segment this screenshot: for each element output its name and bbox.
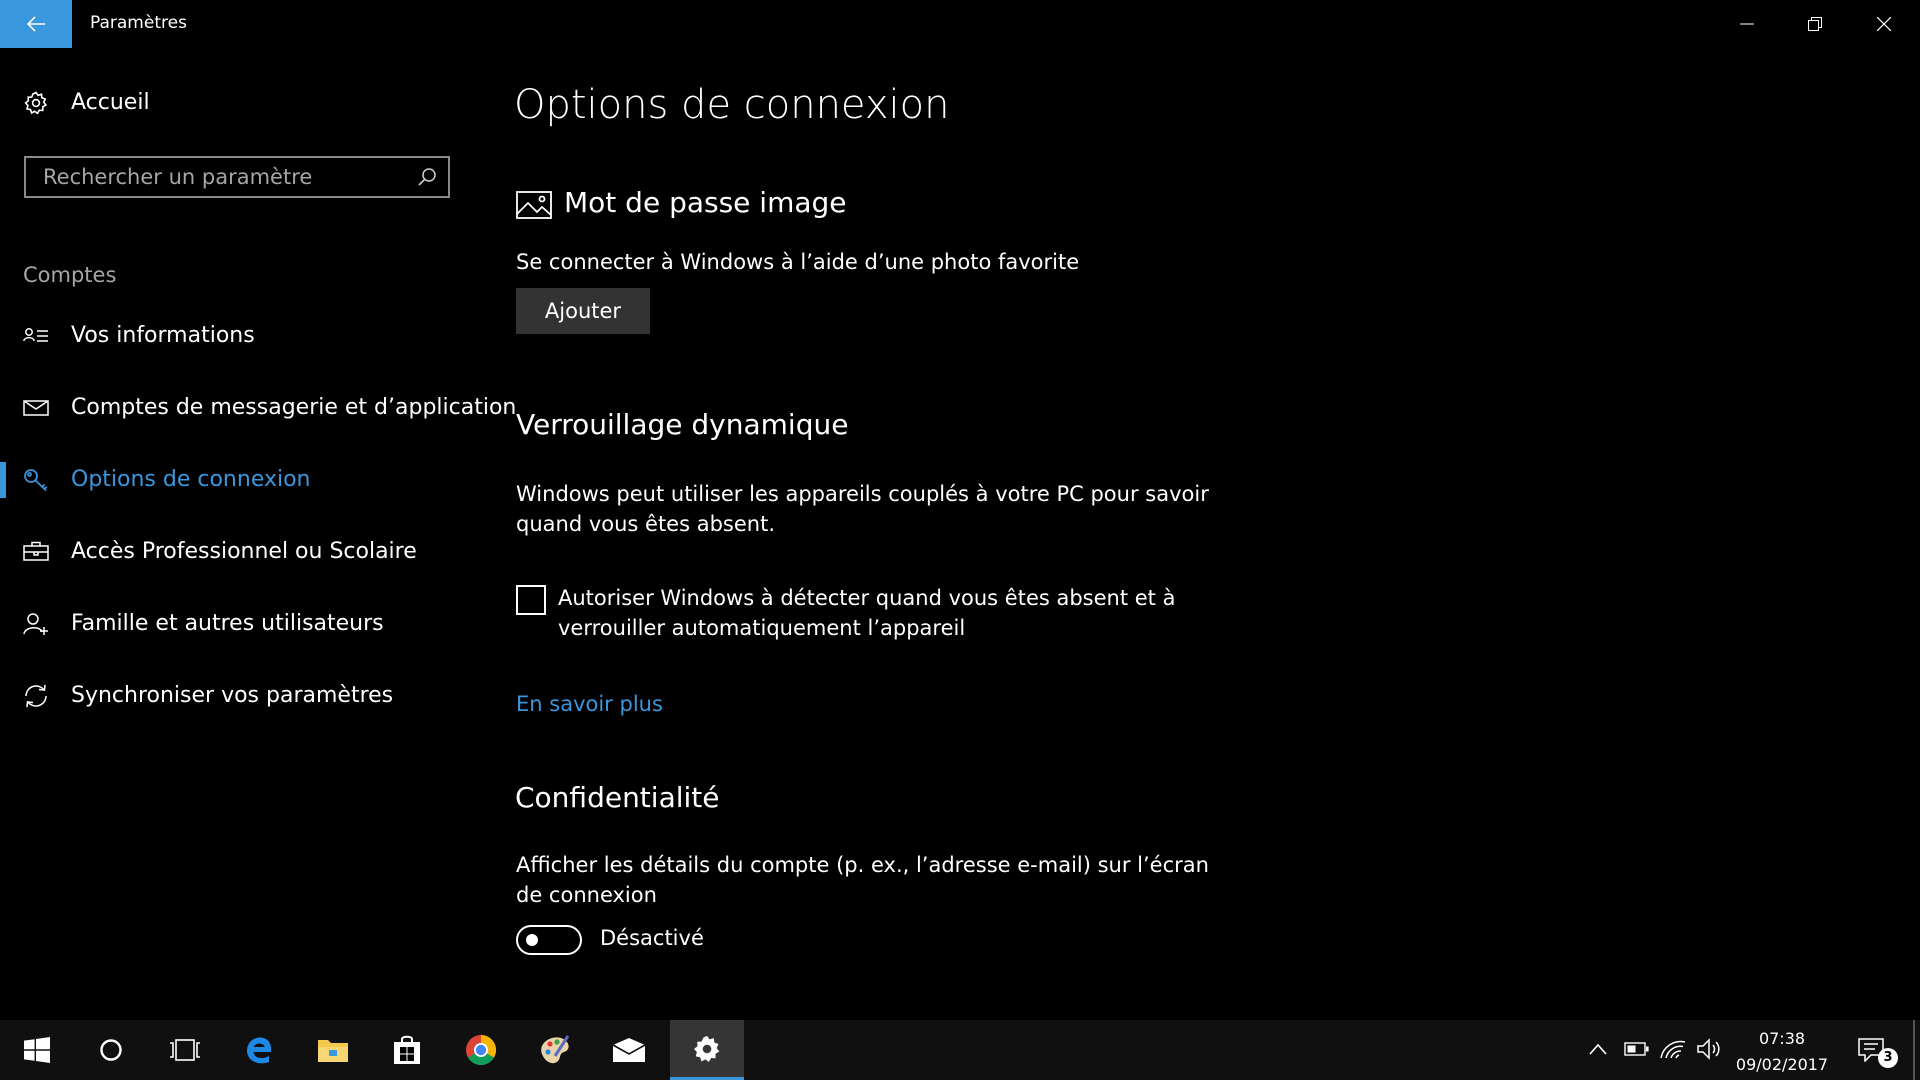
search-icon[interactable]: [417, 167, 437, 187]
sidebar-item-acces-professionnel[interactable]: Accès Professionnel ou Scolaire: [0, 530, 470, 574]
taskbar-app-chrome[interactable]: [444, 1020, 518, 1080]
cortana-icon: [100, 1039, 122, 1061]
picture-password-description: Se connecter à Windows à l’aide d’une ph…: [516, 250, 1080, 274]
show-desktop-button[interactable]: [1913, 1020, 1915, 1080]
sidebar-item-famille[interactable]: Famille et autres utilisateurs: [0, 602, 470, 646]
account-details-toggle[interactable]: [516, 925, 582, 955]
chrome-icon: [466, 1035, 497, 1066]
system-clock[interactable]: 07:38 09/02/2017: [1722, 1026, 1842, 1078]
dynamic-lock-description-line1: Windows peut utiliser les appareils coup…: [516, 482, 1209, 506]
sidebar-item-vos-informations[interactable]: Vos informations: [0, 314, 470, 358]
clock-date: 09/02/2017: [1735, 1055, 1829, 1074]
briefcase-icon: [23, 541, 49, 561]
windows-start-icon: [24, 1037, 50, 1063]
privacy-description-line2: de connexion: [516, 883, 657, 907]
picture-icon: [516, 191, 552, 219]
search-box: [24, 156, 450, 198]
clock-time: 07:38: [1758, 1029, 1806, 1048]
close-button[interactable]: [1850, 0, 1918, 48]
dynamic-lock-heading: Verrouillage dynamique: [516, 408, 849, 441]
sidebar-item-label: Famille et autres utilisateurs: [71, 611, 384, 636]
sidebar-item-comptes-messagerie[interactable]: Comptes de messagerie et d’application: [0, 386, 516, 430]
toggle-knob: [526, 934, 538, 946]
key-icon: [24, 469, 48, 492]
privacy-heading: Confidentialité: [515, 781, 720, 814]
taskbar-app-mail[interactable]: [592, 1020, 666, 1080]
dynamic-lock-description-line2: quand vous êtes absent.: [516, 512, 775, 536]
taskbar-app-settings[interactable]: [670, 1020, 744, 1080]
file-explorer-icon: [318, 1040, 348, 1062]
back-arrow-icon: [26, 16, 45, 32]
sidebar-item-label: Vos informations: [71, 323, 255, 348]
mail-icon: [23, 400, 49, 416]
taskbar-app-paint[interactable]: [518, 1020, 592, 1080]
chevron-up-icon[interactable]: [1588, 1042, 1608, 1056]
mail-app-icon: [612, 1038, 646, 1062]
taskbar: 07:38 09/02/2017: [0, 1020, 1920, 1080]
page-title: Options de connexion: [514, 82, 950, 128]
sync-icon: [25, 684, 47, 708]
paint-icon: [541, 1035, 570, 1064]
sidebar-item-label: Comptes de messagerie et d’application: [71, 395, 517, 420]
sidebar-item-options-de-connexion[interactable]: Options de connexion: [0, 458, 470, 502]
add-picture-password-button[interactable]: Ajouter: [516, 288, 650, 334]
volume-icon[interactable]: [1696, 1038, 1722, 1060]
task-view-button[interactable]: [148, 1020, 222, 1080]
toggle-state-label: Désactivé: [600, 926, 704, 950]
taskbar-app-edge[interactable]: [222, 1020, 296, 1080]
cortana-button[interactable]: [74, 1020, 148, 1080]
gear-icon: [24, 90, 48, 114]
minimize-icon: [1740, 23, 1754, 25]
sidebar-home[interactable]: Accueil: [24, 90, 150, 115]
sidebar-item-label: Accès Professionnel ou Scolaire: [71, 539, 417, 564]
taskbar-app-explorer[interactable]: [296, 1020, 370, 1080]
restore-icon: [1808, 17, 1822, 31]
sidebar-item-label: Options de connexion: [71, 467, 311, 492]
back-button[interactable]: [0, 0, 72, 48]
minimize-button[interactable]: [1713, 0, 1781, 48]
dynamic-lock-checkbox-label-line2: verrouiller automatiquement l’appareil: [558, 616, 966, 640]
restore-button[interactable]: [1781, 0, 1849, 48]
picture-password-heading: Mot de passe image: [564, 186, 847, 219]
notification-count-badge: 3: [1878, 1048, 1898, 1068]
settings-icon: [694, 1035, 720, 1062]
sidebar-home-label: Accueil: [71, 90, 150, 115]
store-icon: [394, 1035, 420, 1064]
sidebar-item-synchroniser[interactable]: Synchroniser vos paramètres: [0, 674, 470, 718]
person-card-icon: [23, 328, 48, 342]
close-icon: [1877, 17, 1891, 31]
sidebar-item-label: Synchroniser vos paramètres: [71, 683, 394, 708]
taskbar-app-store[interactable]: [370, 1020, 444, 1080]
privacy-description-line1: Afficher les détails du compte (p. ex., …: [516, 853, 1209, 877]
title-bar: Paramètres: [0, 0, 1920, 48]
sidebar-section-label: Comptes: [23, 263, 117, 287]
dynamic-lock-checkbox-label-line1: Autoriser Windows à détecter quand vous …: [558, 586, 1176, 610]
search-input[interactable]: [26, 158, 448, 196]
add-person-icon: [23, 613, 48, 635]
edge-icon: [246, 1037, 272, 1064]
dynamic-lock-checkbox[interactable]: [516, 585, 546, 615]
wifi-icon[interactable]: [1660, 1038, 1686, 1060]
learn-more-link[interactable]: En savoir plus: [516, 692, 663, 716]
battery-icon[interactable]: [1624, 1040, 1650, 1058]
window-title: Paramètres: [90, 13, 187, 33]
task-view-icon: [170, 1039, 200, 1061]
start-button[interactable]: [0, 1020, 74, 1080]
